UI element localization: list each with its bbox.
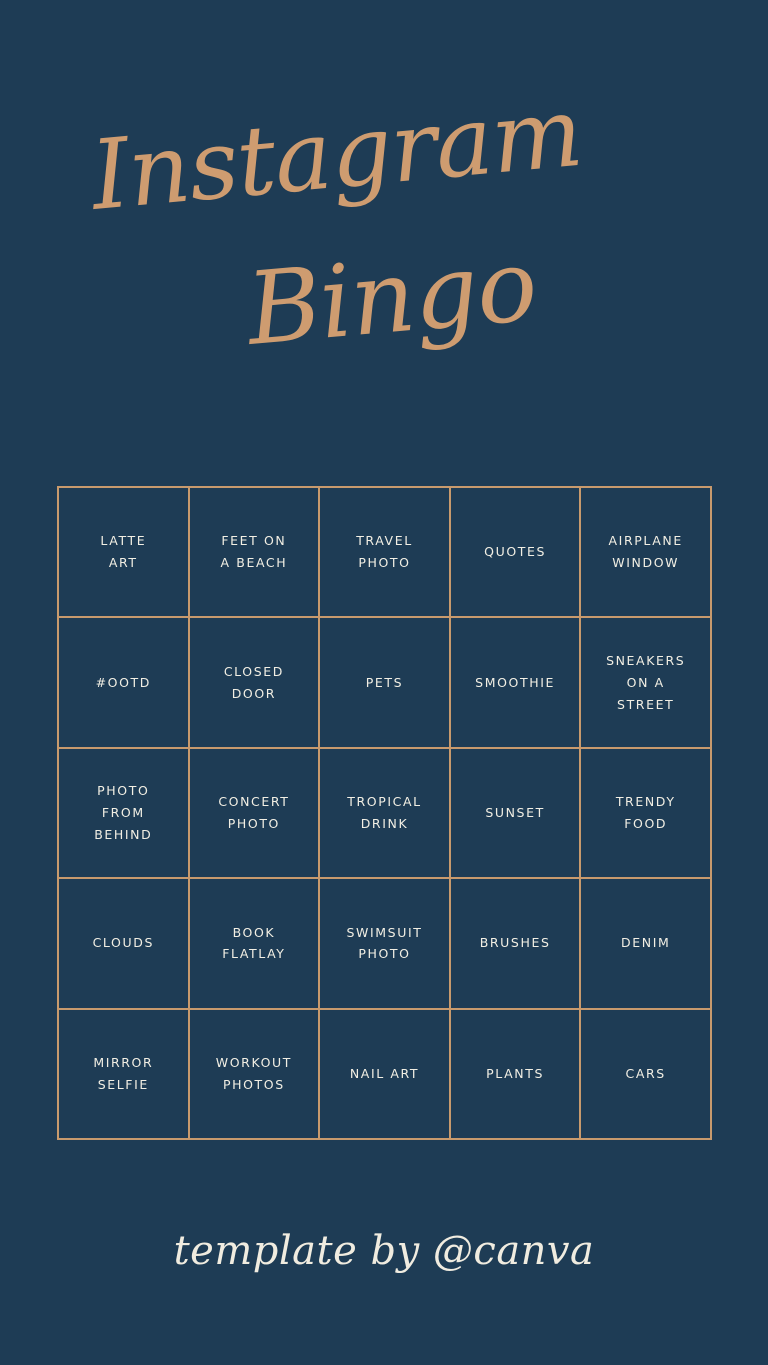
bingo-cell[interactable]: LATTE ART bbox=[59, 488, 190, 619]
bingo-cell-label: TROPICAL DRINK bbox=[347, 794, 422, 831]
bingo-cell-label: WORKOUT PHOTOS bbox=[215, 1054, 292, 1092]
bingo-cell-label: CARS bbox=[625, 1065, 666, 1081]
bingo-cell-label: BOOK FLATLAY bbox=[222, 924, 286, 962]
bingo-cell-label: PHOTO FROM BEHIND bbox=[94, 783, 153, 842]
bingo-cell[interactable]: TRAVEL PHOTO bbox=[320, 488, 451, 619]
bingo-cell[interactable]: PLANTS bbox=[450, 1009, 582, 1140]
bingo-cell-label: BRUSHES bbox=[479, 935, 551, 951]
bingo-cell[interactable]: PETS bbox=[320, 618, 451, 749]
bingo-cell-label: FEET ON A BEACH bbox=[220, 533, 288, 571]
bingo-cell[interactable]: WORKOUT PHOTOS bbox=[189, 1009, 321, 1140]
bingo-cell-label: PLANTS bbox=[486, 1065, 545, 1081]
bingo-cell-label: MIRROR SELFIE bbox=[93, 1054, 154, 1092]
bingo-cell[interactable]: DENIM bbox=[581, 879, 712, 1010]
bingo-cell[interactable]: NAIL ART bbox=[320, 1009, 451, 1140]
bingo-cell-label: CLOSED DOOR bbox=[223, 663, 284, 701]
bingo-cell-label: DENIM bbox=[621, 935, 671, 951]
bingo-cell-label: SWIMSUIT PHOTO bbox=[346, 924, 423, 962]
bingo-cell[interactable]: AIRPLANE WINDOW bbox=[581, 488, 712, 619]
bingo-cell-label: SMOOTHIE bbox=[475, 674, 555, 690]
bingo-grid: LATTE ART FEET ON A BEACH TRAVEL PHOTO QUOT… bbox=[57, 486, 712, 1140]
bingo-cell[interactable]: MIRROR SELFIE bbox=[59, 1009, 190, 1140]
bingo-cell[interactable]: QUOTES bbox=[450, 488, 582, 619]
bingo-cell[interactable]: SUNSET bbox=[450, 748, 582, 880]
bingo-cell-label: SUNSET bbox=[485, 805, 545, 821]
bingo-cell-label: QUOTES bbox=[484, 544, 547, 560]
bingo-cell[interactable]: CLOUDS bbox=[59, 879, 190, 1010]
bingo-cell-label: NAIL ART bbox=[349, 1065, 420, 1081]
bingo-cell-label: CONCERT PHOTO bbox=[218, 794, 290, 831]
bingo-cell[interactable]: SNEAKERS ON A STREET bbox=[581, 618, 712, 749]
bingo-cell-label: AIRPLANE WINDOW bbox=[608, 533, 683, 571]
page-title: Instagram Bingo bbox=[0, 76, 768, 410]
instagram-bingo-story-page: { "page": { "background_color": "#1e3c55… bbox=[0, 0, 768, 1365]
bingo-cell[interactable]: SWIMSUIT PHOTO bbox=[320, 879, 451, 1010]
bingo-cell[interactable]: CARS bbox=[581, 1009, 712, 1140]
bingo-cell-label: TRENDY FOOD bbox=[615, 794, 676, 831]
footer-credit: template by @canva bbox=[173, 1228, 595, 1274]
bingo-cell-label: #OOTD bbox=[95, 674, 151, 690]
bingo-cell[interactable]: BRUSHES bbox=[450, 879, 582, 1010]
bingo-cell[interactable]: TROPICAL DRINK bbox=[320, 748, 451, 880]
bingo-cell[interactable]: BOOK FLATLAY bbox=[189, 879, 321, 1010]
bingo-cell[interactable]: FEET ON A BEACH bbox=[189, 488, 321, 619]
bingo-cell-label: LATTE ART bbox=[100, 533, 147, 571]
bingo-cell-label: SNEAKERS ON A STREET bbox=[606, 652, 686, 712]
bingo-cell-label: CLOUDS bbox=[92, 935, 154, 951]
bingo-cell[interactable]: CLOSED DOOR bbox=[189, 618, 321, 749]
bingo-cell[interactable]: TRENDY FOOD bbox=[581, 748, 712, 880]
page-title-line-2: Bingo bbox=[242, 226, 541, 368]
bingo-cell[interactable]: PHOTO FROM BEHIND bbox=[59, 748, 190, 880]
bingo-cell[interactable]: CONCERT PHOTO bbox=[189, 748, 321, 880]
bingo-cell[interactable]: #OOTD bbox=[59, 618, 190, 749]
page-title-line-1: Instagram bbox=[86, 75, 587, 232]
bingo-cell-label: PETS bbox=[365, 674, 404, 690]
bingo-cell-label: TRAVEL PHOTO bbox=[356, 533, 413, 571]
bingo-cell[interactable]: SMOOTHIE bbox=[450, 618, 582, 749]
